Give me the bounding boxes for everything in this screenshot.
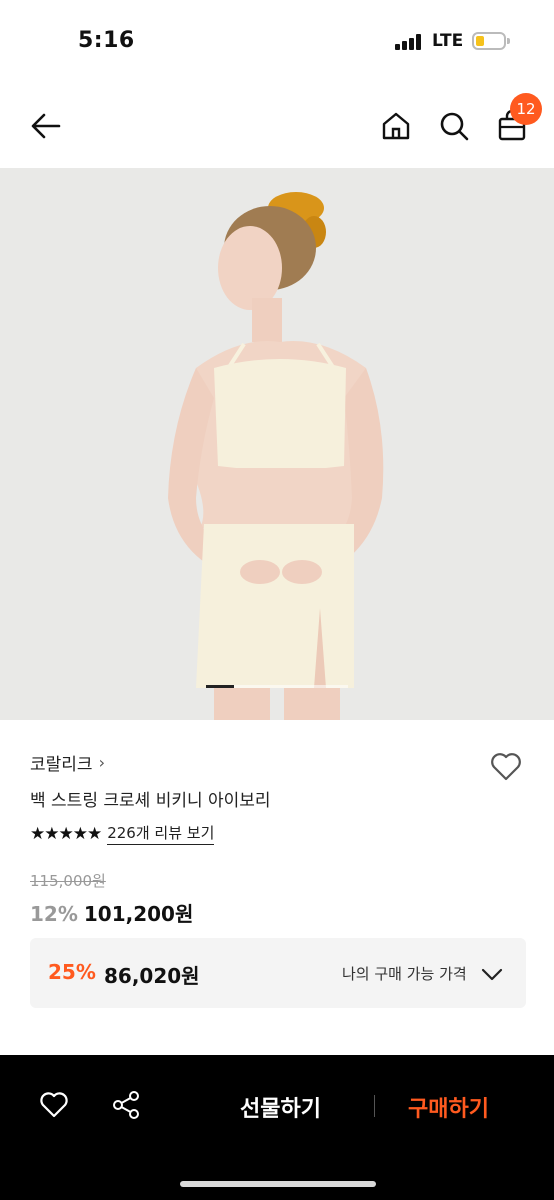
status-bar: 5:16 LTE — [0, 0, 554, 84]
cart-count-badge: 12 — [510, 93, 542, 125]
product-title: 백 스트링 크로셰 비키니 아이보리 — [30, 791, 271, 811]
brand-name: 코랄리크 — [30, 755, 93, 775]
wishlist-button[interactable] — [486, 746, 526, 786]
bottom-action-bar: 선물하기 구매하기 — [0, 1055, 554, 1200]
price-row: 12% 101,200원 — [30, 898, 193, 927]
share-button[interactable] — [106, 1085, 146, 1125]
divider — [374, 1095, 375, 1117]
image-carousel-indicator — [206, 685, 348, 688]
discount-rate: 12% — [30, 902, 78, 926]
search-button[interactable] — [432, 104, 476, 148]
review-link[interactable]: 226개 리뷰 보기 — [107, 822, 215, 845]
like-button[interactable] — [34, 1085, 74, 1125]
chevron-right-icon: › — [98, 753, 105, 772]
status-time: 5:16 — [78, 28, 135, 53]
sale-price: 101,200원 — [83, 902, 194, 926]
brand-link[interactable]: 코랄리크 › — [30, 750, 105, 775]
product-photo — [0, 168, 554, 720]
rating-stars: ★★★★★ — [30, 823, 102, 844]
my-price-panel[interactable]: 25% 86,020원 나의 구매 가능 가격 — [30, 938, 526, 1008]
network-label: LTE — [432, 31, 464, 51]
chevron-down-icon — [481, 968, 503, 981]
gift-button[interactable]: 선물하기 — [240, 1091, 321, 1123]
search-icon — [440, 112, 469, 141]
home-indicator — [180, 1181, 376, 1187]
original-price: 115,000원 — [30, 872, 106, 890]
share-icon — [113, 1091, 139, 1119]
buy-button[interactable]: 구매하기 — [408, 1091, 489, 1123]
home-button[interactable] — [374, 104, 418, 148]
top-nav — [0, 84, 554, 168]
heart-icon — [40, 1092, 68, 1118]
rating-row: ★★★★★ 226개 리뷰 보기 — [30, 822, 215, 845]
home-icon — [382, 112, 410, 140]
back-button[interactable] — [24, 104, 68, 148]
signal-icon — [395, 34, 423, 50]
product-image[interactable] — [0, 168, 554, 720]
heart-icon — [491, 753, 521, 781]
arrow-left-icon — [31, 113, 61, 139]
my-price: 86,020원 — [104, 964, 200, 988]
battery-icon — [472, 32, 510, 50]
my-discount-rate: 25% — [48, 960, 96, 984]
my-price-label: 나의 구매 가능 가격 — [342, 965, 467, 983]
